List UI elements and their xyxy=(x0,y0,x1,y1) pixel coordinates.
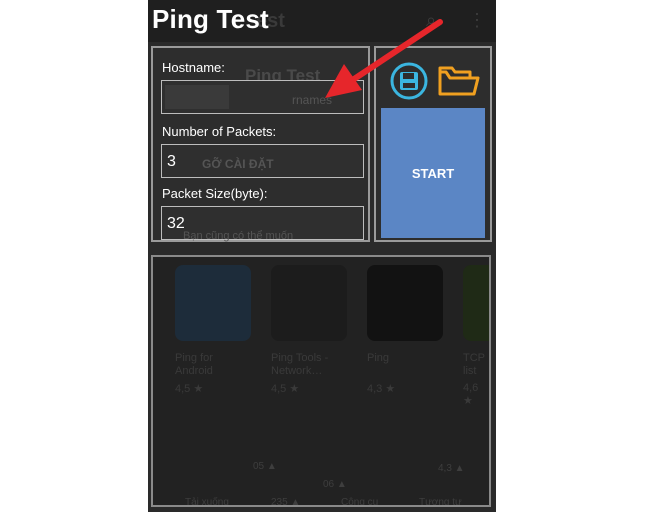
results-panel: Ping for Android 4,5 ★ Ping Tools - Netw… xyxy=(151,255,491,507)
ghost-app-tile xyxy=(463,265,489,341)
ghost-footer-text: Tương tự xyxy=(419,497,462,507)
ghost-footer-text: 06 ▲ xyxy=(323,479,347,490)
start-button[interactable]: START xyxy=(381,108,485,238)
ghost-app-tile xyxy=(367,265,443,341)
ghost-app-rating: 4,3 ★ xyxy=(367,383,396,395)
packets-input[interactable]: 3 GỠ CÀI ĐẶT xyxy=(161,144,364,178)
ghost-more: Bạn cũng có thể muốn xyxy=(183,230,294,242)
ghost-install: GỠ CÀI ĐẶT xyxy=(202,157,274,171)
ghost-app-name: Ping for xyxy=(175,352,213,364)
annotation-arrow-icon xyxy=(325,19,443,98)
ghost-footer-text: 235 ▲ xyxy=(271,497,301,507)
size-label: Packet Size(byte): xyxy=(162,186,268,201)
ghost-app-name: Ping Tools - xyxy=(271,352,329,364)
hostname-label: Hostname: xyxy=(162,60,225,75)
hostname-redaction xyxy=(165,85,229,109)
app-title: Ping Test xyxy=(152,4,269,34)
ghost-app-rating: 4,5 ★ xyxy=(271,383,300,395)
ghost-footer-text: 4,3 ▲ xyxy=(438,463,465,474)
ghost-app-name: Ping xyxy=(367,352,390,364)
ghost-app-name: list xyxy=(463,365,477,377)
ghost-app-tile xyxy=(175,265,251,341)
ghost-app-name: Network… xyxy=(271,365,323,377)
ghost-app-rating: 4,5 ★ xyxy=(175,383,204,395)
ghost-app-name: TCP xyxy=(463,352,485,364)
ghost-footer-text: Công cụ xyxy=(341,497,379,507)
ghost-footer-text: 05 ▲ xyxy=(253,461,277,472)
packets-label: Number of Packets: xyxy=(162,124,277,139)
ghost-app-rating: 4,6 ★ xyxy=(463,382,479,407)
packets-value: 3 xyxy=(167,153,176,170)
ghost-menu-icon: ⋮ xyxy=(468,10,486,30)
ghost-app-tile xyxy=(271,265,347,341)
ghost-footer-text: Tải xuống xyxy=(185,497,229,507)
ghost-app-name: Android xyxy=(175,365,213,377)
